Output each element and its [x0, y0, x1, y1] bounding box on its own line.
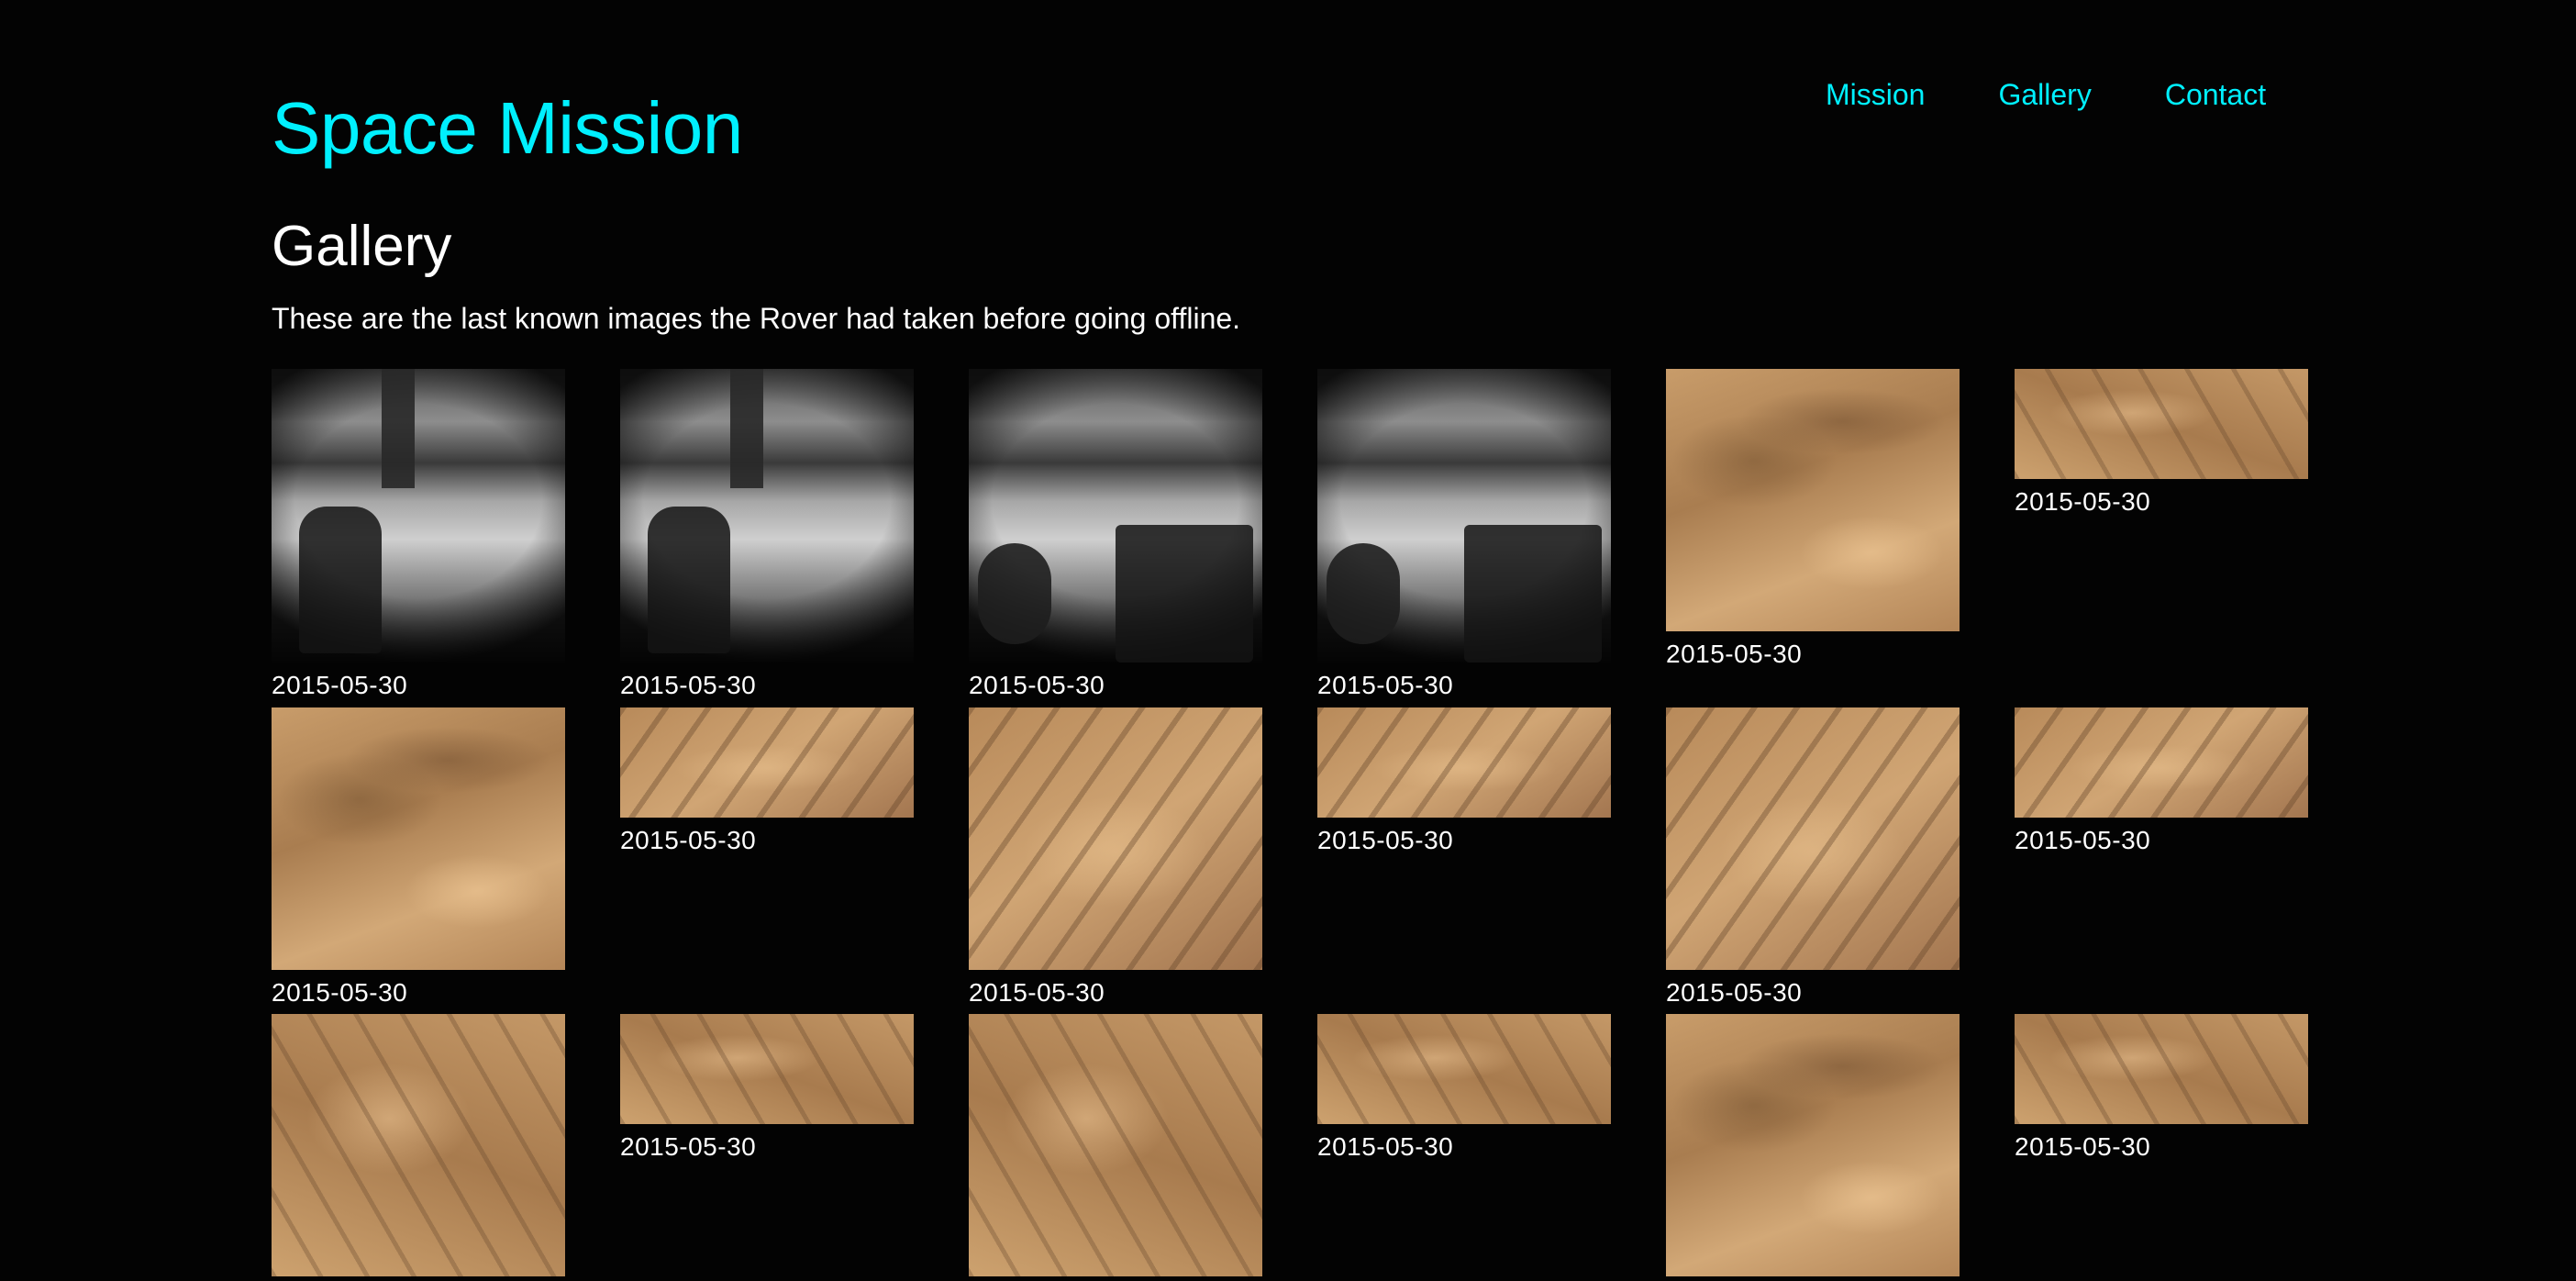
- photo-date: 2015-05-30: [620, 671, 757, 699]
- photo-date: 2015-05-30: [2015, 826, 2151, 854]
- rover-photo[interactable]: [2015, 707, 2308, 818]
- gallery-item[interactable]: 2015-05-30: [1666, 369, 1960, 670]
- gallery-item[interactable]: 2015-05-30: [272, 707, 565, 1008]
- rover-photo[interactable]: [969, 369, 1262, 663]
- photo-date: 2015-05-30: [2015, 1132, 2151, 1161]
- rover-photo[interactable]: [620, 369, 914, 663]
- rover-photo[interactable]: [272, 369, 565, 663]
- rover-photo[interactable]: [1317, 707, 1611, 818]
- photo-date: 2015-05-30: [2015, 487, 2151, 516]
- gallery-item[interactable]: 2015-05-30: [272, 369, 565, 701]
- photo-date: 2015-05-30: [1317, 671, 1454, 699]
- gallery-grid: 2015-05-30 2015-05-30 2015-05-30 2015-05…: [0, 0, 2576, 1281]
- gallery-item[interactable]: 2015-05-30: [1317, 1014, 1611, 1163]
- rover-photo[interactable]: [272, 1014, 565, 1276]
- photo-date: 2015-05-30: [1317, 826, 1454, 854]
- rover-photo[interactable]: [272, 707, 565, 970]
- photo-date: 2015-05-30: [969, 978, 1105, 1007]
- rover-photo[interactable]: [969, 1014, 1262, 1276]
- rover-photo[interactable]: [969, 707, 1262, 970]
- rover-photo[interactable]: [2015, 1014, 2308, 1124]
- rover-photo[interactable]: [1666, 1014, 1960, 1276]
- rover-photo[interactable]: [1317, 369, 1611, 663]
- gallery-item[interactable]: 2015-05-30: [620, 1014, 914, 1163]
- photo-date: 2015-05-30: [620, 1132, 757, 1161]
- rover-photo[interactable]: [2015, 369, 2308, 479]
- photo-date: 2015-05-30: [272, 978, 408, 1007]
- gallery-item[interactable]: 2015-05-30: [2015, 707, 2308, 856]
- rover-photo[interactable]: [620, 707, 914, 818]
- rover-photo[interactable]: [620, 1014, 914, 1124]
- gallery-item[interactable]: 2015-05-30: [1666, 1014, 1960, 1281]
- gallery-item[interactable]: 2015-05-30: [969, 707, 1262, 1008]
- rover-photo[interactable]: [1666, 707, 1960, 970]
- gallery-item[interactable]: 2015-05-30: [620, 707, 914, 856]
- gallery-item[interactable]: 2015-05-30: [969, 1014, 1262, 1281]
- gallery-item[interactable]: 2015-05-30: [1317, 369, 1611, 701]
- rover-photo[interactable]: [1317, 1014, 1611, 1124]
- photo-date: 2015-05-30: [1666, 640, 1803, 668]
- gallery-item[interactable]: 2015-05-30: [2015, 1014, 2308, 1163]
- gallery-item[interactable]: 2015-05-30: [620, 369, 914, 701]
- gallery-item[interactable]: 2015-05-30: [1317, 707, 1611, 856]
- gallery-item[interactable]: 2015-05-30: [272, 1014, 565, 1281]
- gallery-item[interactable]: 2015-05-30: [2015, 369, 2308, 518]
- photo-date: 2015-05-30: [1666, 978, 1803, 1007]
- gallery-item[interactable]: 2015-05-30: [969, 369, 1262, 701]
- gallery-item[interactable]: 2015-05-30: [1666, 707, 1960, 1008]
- photo-date: 2015-05-30: [969, 671, 1105, 699]
- page: Space Mission Mission Gallery Contact Ga…: [0, 0, 2576, 1281]
- rover-photo[interactable]: [1666, 369, 1960, 631]
- photo-date: 2015-05-30: [620, 826, 757, 854]
- photo-date: 2015-05-30: [272, 671, 408, 699]
- photo-date: 2015-05-30: [1317, 1132, 1454, 1161]
